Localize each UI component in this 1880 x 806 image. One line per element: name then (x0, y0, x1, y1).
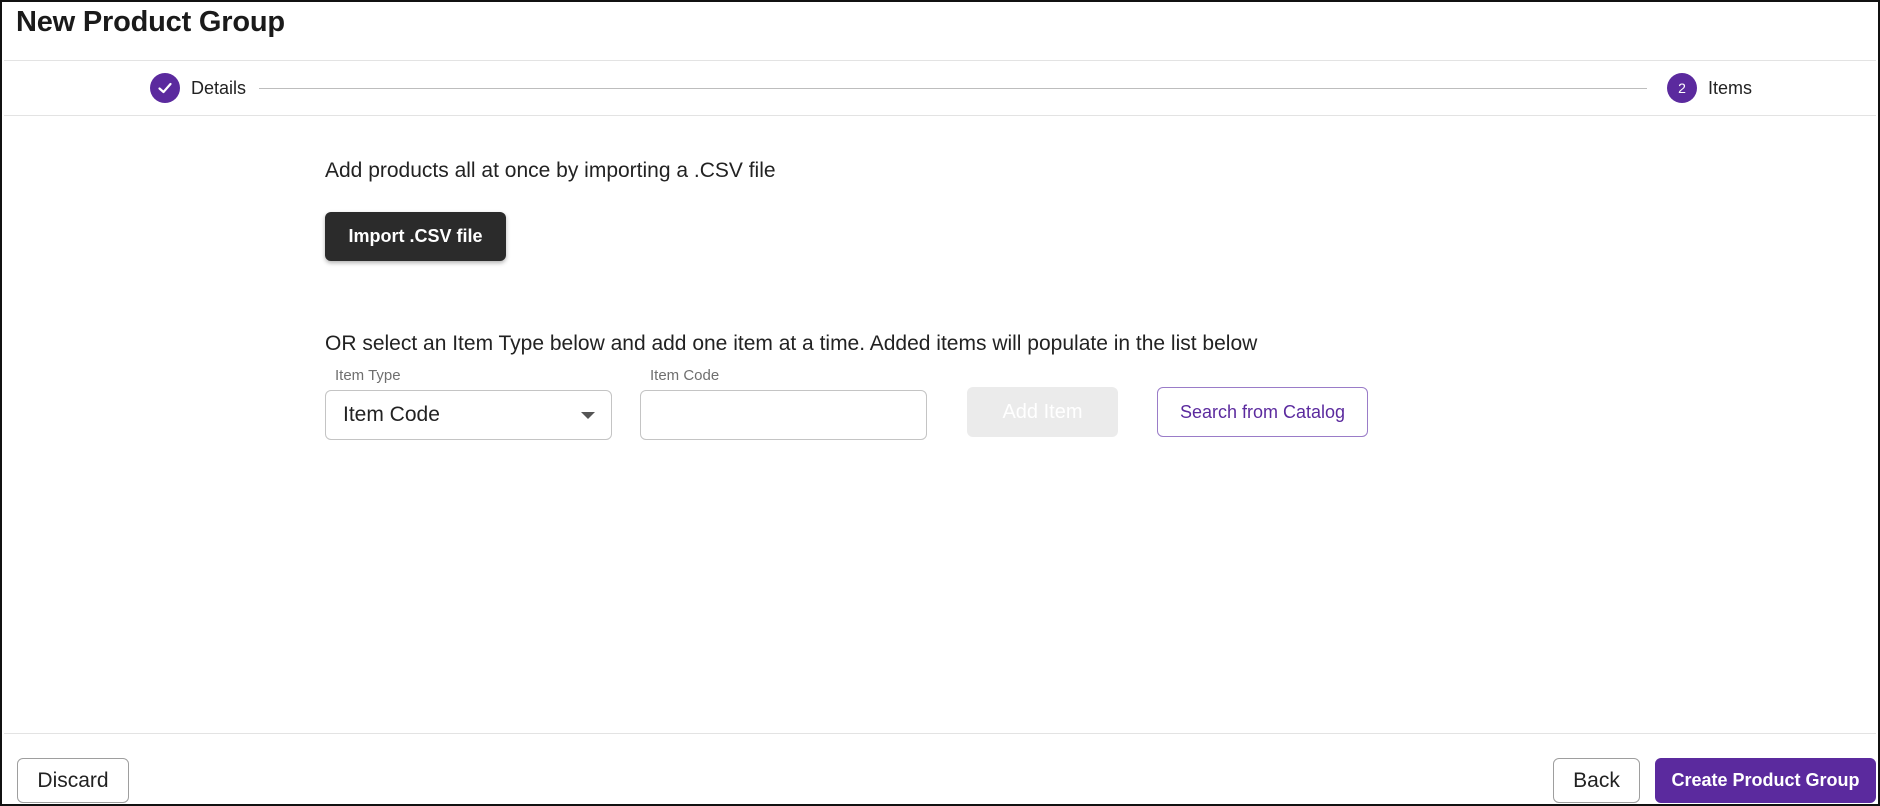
import-csv-button[interactable]: Import .CSV file (325, 212, 506, 261)
stepper-divider (4, 115, 1876, 116)
check-icon (150, 73, 180, 103)
footer-divider (4, 733, 1876, 734)
create-product-group-button[interactable]: Create Product Group (1655, 758, 1876, 803)
add-item-button[interactable]: Add Item (967, 387, 1118, 437)
step-details-label: Details (191, 77, 247, 98)
step-number-badge: 2 (1667, 73, 1697, 103)
step-items-label: Items (1708, 77, 1753, 98)
item-code-label: Item Code (650, 367, 720, 384)
page-title: New Product Group (16, 6, 285, 38)
step-items[interactable]: 2 Items (1667, 73, 1752, 103)
back-button[interactable]: Back (1553, 758, 1640, 803)
item-code-input[interactable] (640, 390, 927, 440)
import-description: Add products all at once by importing a … (325, 159, 776, 182)
item-type-value: Item Code (343, 403, 440, 426)
dialog-frame: New Product Group Details 2 Items Add pr… (0, 0, 1880, 806)
dropdown-arrow-icon (581, 412, 595, 419)
header-divider (4, 60, 1876, 61)
item-type-label: Item Type (335, 367, 401, 384)
discard-button[interactable]: Discard (17, 758, 129, 803)
step-details[interactable]: Details (150, 73, 246, 103)
add-item-description: OR select an Item Type below and add one… (325, 332, 1258, 355)
item-type-select[interactable]: Item Code (325, 390, 612, 440)
stepper-connector (259, 88, 1647, 89)
search-from-catalog-button[interactable]: Search from Catalog (1157, 387, 1368, 437)
